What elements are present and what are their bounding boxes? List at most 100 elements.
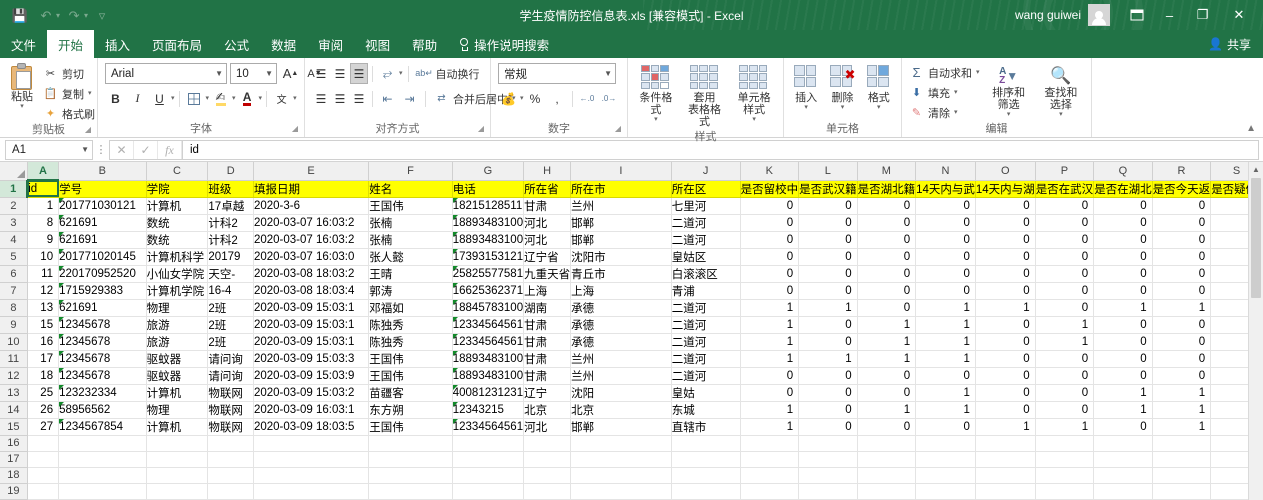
data-cell[interactable]: 上海: [570, 282, 672, 300]
column-header-H[interactable]: H: [523, 162, 572, 181]
redo-icon[interactable]: ↷: [62, 4, 86, 26]
data-cell[interactable]: [146, 435, 209, 452]
tab-file[interactable]: 文件: [0, 30, 47, 58]
data-cell[interactable]: 1: [1035, 418, 1095, 436]
header-cell[interactable]: 电话: [452, 180, 525, 198]
data-cell[interactable]: 0: [1152, 265, 1212, 283]
data-cell[interactable]: 1: [1152, 299, 1212, 317]
copy-dropdown-caret[interactable]: ▾: [88, 90, 92, 97]
data-cell[interactable]: 兰州: [570, 367, 672, 385]
data-cell[interactable]: 18893483100: [452, 231, 525, 249]
increase-decimal-icon[interactable]: ←.0: [577, 88, 598, 109]
row-header-6[interactable]: 6: [0, 265, 28, 283]
data-cell[interactable]: 郭涛: [368, 282, 453, 300]
header-cell[interactable]: 是否今天返: [1152, 180, 1212, 198]
data-cell[interactable]: 物理: [146, 299, 209, 317]
tab-formulas[interactable]: 公式: [213, 30, 260, 58]
data-cell[interactable]: 物理: [146, 401, 209, 419]
tab-help[interactable]: 帮助: [401, 30, 448, 58]
data-cell[interactable]: 12334564561: [452, 333, 525, 351]
data-cell[interactable]: 1: [1152, 418, 1212, 436]
data-cell[interactable]: [523, 451, 572, 468]
row-header-19[interactable]: 19: [0, 483, 28, 500]
data-cell[interactable]: 皇姑: [671, 384, 741, 402]
paste-button[interactable]: 粘贴 ▾: [4, 61, 40, 112]
data-cell[interactable]: 0: [1093, 231, 1153, 249]
data-cell[interactable]: 0: [1152, 367, 1212, 385]
data-cell[interactable]: 0: [1035, 282, 1095, 300]
data-cell[interactable]: 0: [798, 316, 858, 334]
header-cell[interactable]: 所在市: [570, 180, 672, 198]
data-cell[interactable]: 2020-03-09 15:03:1: [253, 333, 370, 351]
data-cell[interactable]: 0: [975, 350, 1036, 368]
data-cell[interactable]: 0: [1093, 350, 1153, 368]
cell-styles-button[interactable]: 单元格样式 ▾: [729, 63, 779, 125]
data-cell[interactable]: [915, 467, 976, 484]
accounting-dropdown-caret[interactable]: ▾: [520, 95, 524, 102]
underline-button[interactable]: U: [149, 88, 170, 109]
data-cell[interactable]: 1: [740, 299, 800, 317]
data-cell[interactable]: 陈独秀: [368, 316, 453, 334]
data-cell[interactable]: 0: [798, 248, 858, 266]
select-all-corner[interactable]: [0, 162, 28, 181]
data-cell[interactable]: [368, 435, 453, 452]
active-cell-a1[interactable]: id: [27, 180, 60, 198]
data-cell[interactable]: 0: [798, 401, 858, 419]
header-cell[interactable]: 是否在武汉: [1035, 180, 1095, 198]
data-cell[interactable]: 18893483100: [452, 367, 525, 385]
data-cell[interactable]: 0: [1152, 248, 1212, 266]
confirm-edit-icon[interactable]: ✓: [134, 140, 158, 159]
data-cell[interactable]: 东方朔: [368, 401, 453, 419]
data-cell[interactable]: 18893483100: [452, 350, 525, 368]
tab-home[interactable]: 开始: [47, 30, 95, 58]
data-cell[interactable]: 河北: [523, 214, 572, 232]
column-header-R[interactable]: R: [1152, 162, 1212, 181]
data-cell[interactable]: 1: [915, 333, 976, 351]
vertical-scrollbar[interactable]: ▲: [1248, 162, 1263, 500]
paste-dropdown-caret[interactable]: ▾: [20, 103, 24, 110]
data-cell[interactable]: 18: [27, 367, 60, 385]
column-header-J[interactable]: J: [671, 162, 741, 181]
data-cell[interactable]: [146, 451, 209, 468]
clipboard-dialog-launcher[interactable]: ◢: [85, 122, 91, 137]
column-header-P[interactable]: P: [1035, 162, 1095, 181]
data-cell[interactable]: 18215128511: [452, 197, 525, 215]
data-cell[interactable]: [27, 435, 60, 452]
data-cell[interactable]: 0: [915, 367, 976, 385]
data-cell[interactable]: [740, 435, 800, 452]
data-cell[interactable]: [671, 483, 741, 500]
data-cell[interactable]: 0: [975, 231, 1036, 249]
data-cell[interactable]: 25825577581: [452, 265, 525, 283]
data-cell[interactable]: 0: [798, 231, 858, 249]
data-cell[interactable]: [975, 435, 1036, 452]
data-cell[interactable]: [146, 483, 209, 500]
data-cell[interactable]: [740, 451, 800, 468]
data-cell[interactable]: 2020-03-07 16:03:2: [253, 214, 370, 232]
data-cell[interactable]: 0: [975, 333, 1036, 351]
quick-access-toolbar[interactable]: 💾 ↶ ▾ ↷ ▾ ▿: [0, 4, 114, 26]
data-cell[interactable]: 旅游: [146, 333, 209, 351]
cf-dropdown-caret[interactable]: ▾: [654, 116, 658, 123]
data-cell[interactable]: [146, 467, 209, 484]
data-cell[interactable]: [798, 467, 858, 484]
data-cell[interactable]: [452, 451, 525, 468]
insert-function-icon[interactable]: fx: [158, 140, 182, 159]
data-cell[interactable]: 9: [27, 231, 60, 249]
save-icon[interactable]: 💾: [8, 4, 32, 26]
data-cell[interactable]: 1: [1035, 333, 1095, 351]
bold-button[interactable]: B: [105, 88, 126, 109]
data-cell[interactable]: [975, 483, 1036, 500]
row-header-8[interactable]: 8: [0, 299, 28, 317]
header-cell[interactable]: 学号: [58, 180, 147, 198]
autosum-dropdown-caret[interactable]: ▾: [976, 69, 980, 76]
row-header-10[interactable]: 10: [0, 333, 28, 351]
data-cell[interactable]: 13: [27, 299, 60, 317]
data-cell[interactable]: [740, 467, 800, 484]
delete-cells-button[interactable]: ✖ 删除 ▾: [824, 63, 860, 113]
data-cell[interactable]: [58, 451, 147, 468]
data-cell[interactable]: 1: [27, 197, 60, 215]
data-cell[interactable]: [671, 451, 741, 468]
data-cell[interactable]: 1: [1093, 299, 1153, 317]
align-right-button[interactable]: ☰: [350, 88, 368, 109]
data-cell[interactable]: 12345678: [58, 316, 147, 334]
